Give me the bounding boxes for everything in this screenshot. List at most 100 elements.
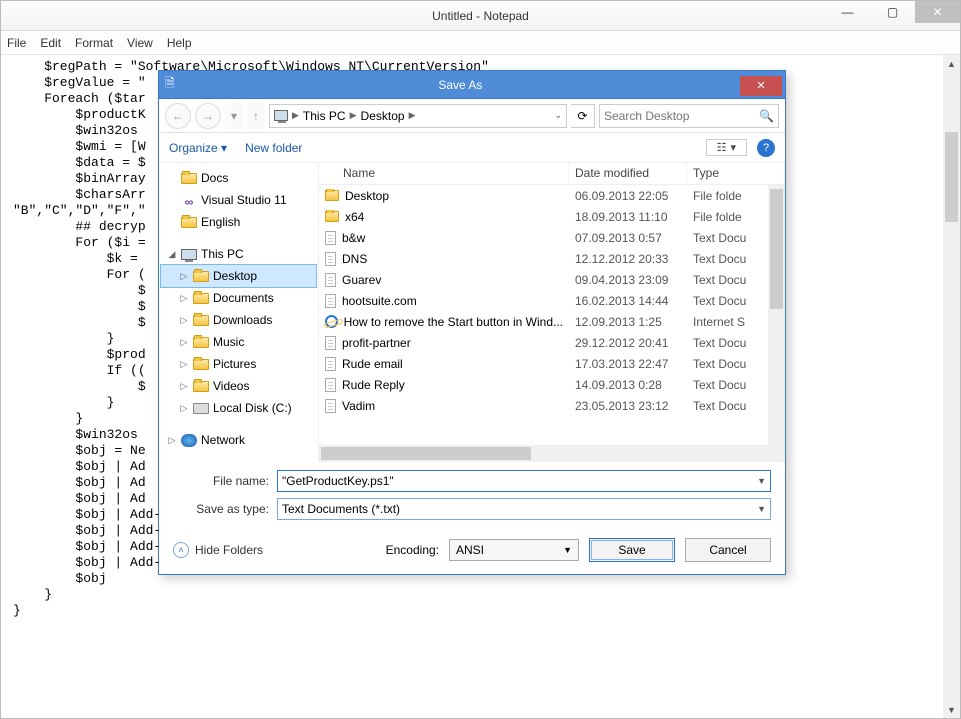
scroll-up-icon[interactable]: ▲: [943, 55, 960, 72]
recent-dropdown-icon[interactable]: ▾: [225, 103, 243, 129]
chevron-down-icon[interactable]: ▼: [757, 504, 766, 514]
organize-menu[interactable]: Organize ▾: [169, 141, 227, 155]
saveastype-select[interactable]: Text Documents (*.txt) ▼: [277, 498, 771, 520]
encoding-select[interactable]: ANSI ▼: [449, 539, 579, 561]
file-row[interactable]: b&w07.09.2013 0:57Text Docu: [319, 227, 785, 248]
file-row[interactable]: x6418.09.2013 11:10File folde: [319, 206, 785, 227]
header-date[interactable]: Date modified: [569, 163, 687, 184]
folder-icon: [193, 271, 209, 282]
scroll-thumb[interactable]: [770, 189, 783, 309]
file-icon: [325, 294, 336, 308]
file-row[interactable]: Rude Reply14.09.2013 0:28Text Docu: [319, 374, 785, 395]
minimize-button[interactable]: —: [825, 1, 870, 23]
file-icon: [325, 357, 336, 371]
disk-icon: [193, 403, 209, 414]
search-box[interactable]: 🔍: [599, 104, 779, 128]
chevron-up-icon: ˄: [173, 542, 189, 558]
tree-item: ▷Downloads: [161, 309, 316, 331]
nav-tree[interactable]: Docs ∞Visual Studio 11 English ◢This PC …: [159, 163, 319, 462]
file-row[interactable]: Guarev09.04.2013 23:09Text Docu: [319, 269, 785, 290]
new-folder-button[interactable]: New folder: [245, 141, 302, 155]
menu-help[interactable]: Help: [167, 36, 192, 50]
menu-edit[interactable]: Edit: [40, 36, 61, 50]
view-options-button[interactable]: ☷▾: [706, 139, 747, 156]
breadcrumb[interactable]: ▶ This PC ▶ Desktop ▶ ⌄: [269, 104, 567, 128]
window-controls: — ▢ ✕: [825, 1, 960, 23]
vertical-scrollbar[interactable]: ▲ ▼: [943, 55, 960, 718]
file-rows[interactable]: Desktop06.09.2013 22:05File foldex6418.0…: [319, 185, 785, 445]
notepad-window: Untitled - Notepad — ▢ ✕ File Edit Forma…: [0, 0, 961, 719]
view-icon: ☷: [717, 141, 727, 154]
filename-input[interactable]: "GetProductKey.ps1" ▼: [277, 470, 771, 492]
tree-item: Docs: [161, 167, 316, 189]
chevron-right-icon: ▶: [409, 110, 416, 121]
tree-item-desktop: ▷Desktop: [161, 265, 316, 287]
folder-icon: [181, 217, 197, 228]
dialog-titlebar: 🗎 Save As ✕: [159, 71, 785, 99]
notepad-title: Untitled - Notepad: [432, 9, 529, 23]
help-button[interactable]: ?: [757, 139, 775, 157]
save-button[interactable]: Save: [589, 538, 675, 562]
vs-icon: ∞: [181, 195, 197, 205]
scroll-thumb[interactable]: [321, 447, 531, 460]
save-as-dialog: 🗎 Save As ✕ ← → ▾ ↑ ▶ This PC ▶ Desktop …: [158, 70, 786, 575]
menu-format[interactable]: Format: [75, 36, 113, 50]
up-button[interactable]: ↑: [247, 103, 265, 129]
header-type[interactable]: Type: [687, 163, 785, 184]
file-row[interactable]: profit-partner29.12.2012 20:41Text Docu: [319, 332, 785, 353]
scroll-thumb[interactable]: [945, 132, 958, 222]
back-button[interactable]: ←: [165, 103, 191, 129]
file-icon: [325, 399, 336, 413]
tree-item: ▷Pictures: [161, 353, 316, 375]
breadcrumb-thispc[interactable]: This PC: [303, 109, 346, 123]
file-icon: [325, 252, 336, 266]
expand-icon[interactable]: ◢: [167, 249, 177, 260]
search-input[interactable]: [604, 109, 759, 123]
chevron-down-icon[interactable]: ▼: [563, 545, 572, 555]
file-row[interactable]: DNS12.12.2012 20:33Text Docu: [319, 248, 785, 269]
tree-item: English: [161, 211, 316, 233]
list-horizontal-scrollbar[interactable]: [319, 445, 785, 462]
refresh-button[interactable]: ⟳: [571, 104, 595, 128]
pc-icon: [181, 249, 197, 260]
chevron-right-icon: ▶: [292, 110, 299, 121]
tree-item-thispc: ◢This PC: [161, 243, 316, 265]
close-button[interactable]: ✕: [915, 1, 960, 23]
bottom-row: ˄ Hide Folders Encoding: ANSI ▼ Save Can…: [159, 530, 785, 574]
file-row[interactable]: hootsuite.com16.02.2013 14:44Text Docu: [319, 290, 785, 311]
pc-icon: [274, 110, 288, 121]
file-row[interactable]: Vadim23.05.2013 23:12Text Docu: [319, 395, 785, 416]
header-name[interactable]: Name: [319, 163, 569, 184]
maximize-button[interactable]: ▢: [870, 1, 915, 23]
folder-icon: [193, 359, 209, 370]
toolbar: Organize ▾ New folder ☷▾ ?: [159, 133, 785, 163]
tree-item: ▷Music: [161, 331, 316, 353]
dialog-close-button[interactable]: ✕: [740, 76, 782, 96]
file-row[interactable]: How to remove the Start button in Wind..…: [319, 311, 785, 332]
column-headers[interactable]: Name Date modified Type: [319, 163, 785, 185]
expand-icon[interactable]: ▷: [179, 271, 189, 282]
tree-item: ▷Local Disk (C:): [161, 397, 316, 419]
cancel-button[interactable]: Cancel: [685, 538, 771, 562]
menu-file[interactable]: File: [7, 36, 26, 50]
forward-button[interactable]: →: [195, 103, 221, 129]
list-vertical-scrollbar[interactable]: [768, 185, 785, 445]
file-icon: [325, 273, 336, 287]
menubar: File Edit Format View Help: [1, 31, 960, 55]
nav-row: ← → ▾ ↑ ▶ This PC ▶ Desktop ▶ ⌄ ⟳ 🔍: [159, 99, 785, 133]
chevron-down-icon[interactable]: ▼: [757, 476, 766, 486]
hide-folders-button[interactable]: ˄ Hide Folders: [173, 542, 263, 558]
file-row[interactable]: Rude email17.03.2013 22:47Text Docu: [319, 353, 785, 374]
scroll-down-icon[interactable]: ▼: [943, 701, 960, 718]
file-row[interactable]: Desktop06.09.2013 22:05File folde: [319, 185, 785, 206]
notepad-titlebar: Untitled - Notepad — ▢ ✕: [1, 1, 960, 31]
encoding-label: Encoding:: [386, 543, 439, 557]
dialog-body: Docs ∞Visual Studio 11 English ◢This PC …: [159, 163, 785, 462]
breadcrumb-dropdown-icon[interactable]: ⌄: [554, 110, 562, 121]
form-area: File name: "GetProductKey.ps1" ▼ Save as…: [159, 462, 785, 530]
tree-item: ▷Videos: [161, 375, 316, 397]
folder-icon: [325, 211, 339, 222]
menu-view[interactable]: View: [127, 36, 153, 50]
dialog-icon: 🗎: [165, 74, 175, 95]
breadcrumb-desktop[interactable]: Desktop: [361, 109, 405, 123]
